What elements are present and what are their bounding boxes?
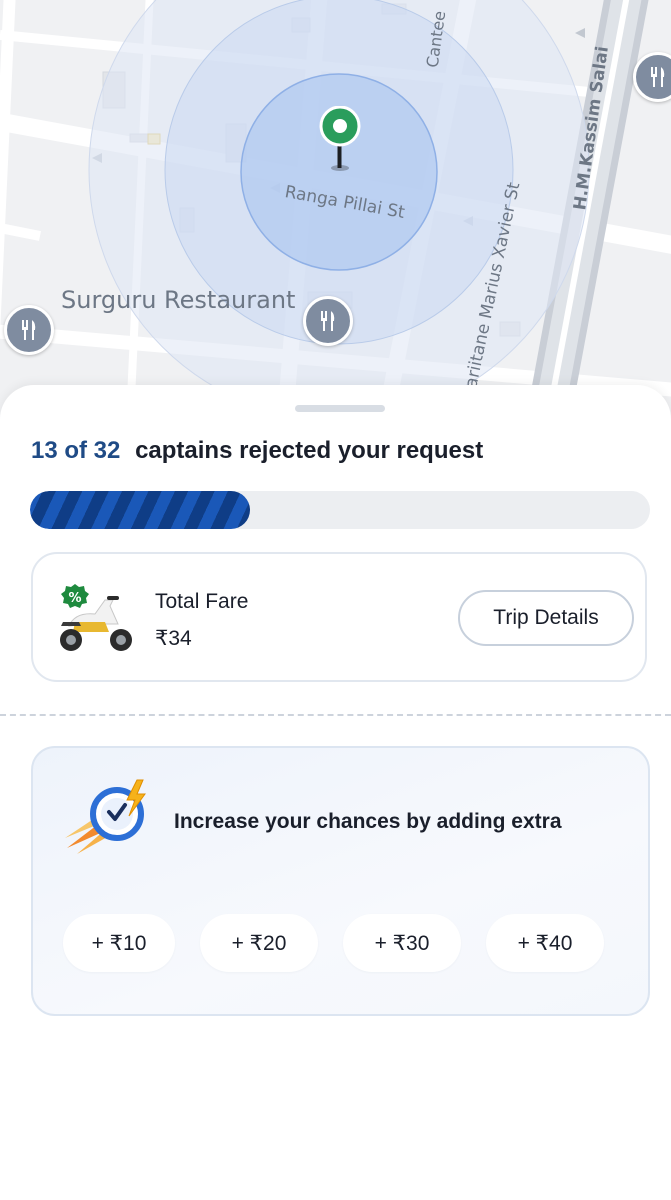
section-divider <box>0 714 671 716</box>
clock-bolt-icon <box>63 778 155 862</box>
restaurant-icon[interactable] <box>4 305 54 355</box>
fare-label: Total Fare <box>155 590 249 613</box>
request-status: 13 of 32 captains rejected your request <box>31 437 483 465</box>
svg-text:%: % <box>68 591 81 606</box>
add-extra-10-button[interactable]: + ₹10 <box>63 914 175 972</box>
add-extra-title: Increase your chances by adding extra <box>174 810 562 833</box>
add-extra-card: Increase your chances by adding extra + … <box>31 746 650 1016</box>
rejected-status-text: captains rejected your request <box>135 437 484 464</box>
search-progress-fill <box>30 491 251 529</box>
location-pin-icon <box>319 106 361 172</box>
bottom-sheet: 13 of 32 captains rejected your request … <box>0 385 671 1200</box>
drag-handle[interactable] <box>295 405 385 412</box>
add-extra-40-button[interactable]: + ₹40 <box>486 914 604 972</box>
restaurant-icon[interactable] <box>303 296 353 346</box>
map-view[interactable]: Ranga Pillai St Surguru Restaurant Marii… <box>0 0 671 420</box>
map-place-label: Surguru Restaurant <box>61 286 296 314</box>
trip-details-button[interactable]: Trip Details <box>458 590 634 646</box>
add-extra-30-button[interactable]: + ₹30 <box>343 914 461 972</box>
search-progress-bar <box>30 491 650 529</box>
bike-discount-icon: % <box>55 582 137 654</box>
fare-card: % Total Fare ₹34 Trip Details <box>31 552 647 682</box>
fare-amount: ₹34 <box>155 627 192 650</box>
add-extra-20-button[interactable]: + ₹20 <box>200 914 318 972</box>
rejected-count: 13 of 32 <box>31 437 121 464</box>
